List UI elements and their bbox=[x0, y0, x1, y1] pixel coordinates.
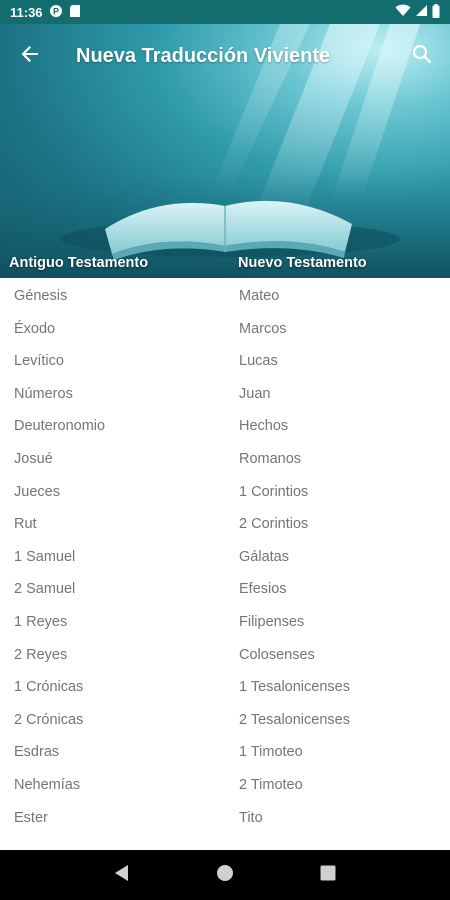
book-item[interactable]: Juan bbox=[239, 378, 350, 411]
book-item[interactable]: 2 Reyes bbox=[14, 639, 105, 672]
book-item[interactable]: Josué bbox=[14, 443, 105, 476]
book-item[interactable]: 1 Timoteo bbox=[239, 736, 350, 769]
wifi-icon bbox=[395, 4, 411, 20]
book-item[interactable]: 2 Corintios bbox=[239, 508, 350, 541]
search-button[interactable] bbox=[398, 28, 446, 84]
status-time: 11:36 bbox=[10, 4, 43, 20]
book-item[interactable]: Números bbox=[14, 378, 105, 411]
book-item[interactable]: Romanos bbox=[239, 443, 350, 476]
book-item[interactable]: Esdras bbox=[14, 736, 105, 769]
book-item[interactable]: 1 Reyes bbox=[14, 606, 105, 639]
square-recents-icon bbox=[320, 865, 336, 886]
book-item[interactable]: Nehemías bbox=[14, 769, 105, 802]
book-item[interactable]: Levítico bbox=[14, 345, 105, 378]
book-item[interactable]: Jueces bbox=[14, 476, 105, 509]
app-bar: Nueva Traducción Viviente bbox=[0, 24, 450, 88]
book-item[interactable]: Rut bbox=[14, 508, 105, 541]
book-item[interactable]: Marcos bbox=[239, 313, 350, 346]
book-item[interactable]: Tito bbox=[239, 802, 350, 835]
new-testament-header[interactable]: Nuevo Testamento bbox=[238, 255, 367, 271]
book-item[interactable]: 2 Timoteo bbox=[239, 769, 350, 802]
sd-card-icon bbox=[69, 4, 81, 21]
book-item[interactable]: 1 Samuel bbox=[14, 541, 105, 574]
back-button[interactable] bbox=[2, 28, 58, 84]
search-icon bbox=[412, 44, 432, 69]
circle-home-icon bbox=[216, 864, 234, 887]
nav-recents-button[interactable] bbox=[308, 855, 348, 895]
book-item[interactable]: Génesis bbox=[14, 280, 105, 313]
book-item[interactable]: Gálatas bbox=[239, 541, 350, 574]
battery-icon bbox=[432, 3, 440, 21]
nav-home-button[interactable] bbox=[205, 855, 245, 895]
arrow-back-icon bbox=[20, 44, 40, 69]
book-item[interactable]: 2 Samuel bbox=[14, 573, 105, 606]
book-item[interactable]: Éxodo bbox=[14, 313, 105, 346]
nav-back-button[interactable] bbox=[102, 855, 142, 895]
book-item[interactable]: Deuteronomio bbox=[14, 410, 105, 443]
book-item[interactable]: Ester bbox=[14, 802, 105, 835]
book-item[interactable]: Filipenses bbox=[239, 606, 350, 639]
book-item[interactable]: 1 Crónicas bbox=[14, 671, 105, 704]
book-item[interactable]: Efesios bbox=[239, 573, 350, 606]
book-item[interactable]: 2 Crónicas bbox=[14, 704, 105, 737]
book-item[interactable]: Lucas bbox=[239, 345, 350, 378]
header-banner: Nueva Traducción Viviente Antiguo Testam… bbox=[0, 24, 450, 278]
notification-icon: P bbox=[49, 4, 63, 21]
book-lists: Génesis Éxodo Levítico Números Deuterono… bbox=[0, 278, 450, 850]
book-item[interactable]: 1 Corintios bbox=[239, 476, 350, 509]
old-testament-list: Génesis Éxodo Levítico Números Deuterono… bbox=[14, 280, 105, 834]
signal-icon bbox=[415, 4, 428, 20]
section-headers: Antiguo Testamento Nuevo Testamento bbox=[0, 248, 450, 278]
book-item[interactable]: 2 Tesalonicenses bbox=[239, 704, 350, 737]
app-title: Nueva Traducción Viviente bbox=[76, 44, 331, 67]
book-item[interactable]: Colosenses bbox=[239, 639, 350, 672]
book-item[interactable]: Hechos bbox=[239, 410, 350, 443]
status-bar: 11:36 P bbox=[0, 0, 450, 24]
old-testament-header[interactable]: Antiguo Testamento bbox=[9, 255, 148, 271]
new-testament-list: Mateo Marcos Lucas Juan Hechos Romanos 1… bbox=[239, 280, 350, 834]
triangle-back-icon bbox=[114, 864, 130, 887]
book-item[interactable]: 1 Tesalonicenses bbox=[239, 671, 350, 704]
system-navigation-bar bbox=[0, 850, 450, 900]
book-item[interactable]: Mateo bbox=[239, 280, 350, 313]
svg-text:P: P bbox=[53, 6, 59, 16]
